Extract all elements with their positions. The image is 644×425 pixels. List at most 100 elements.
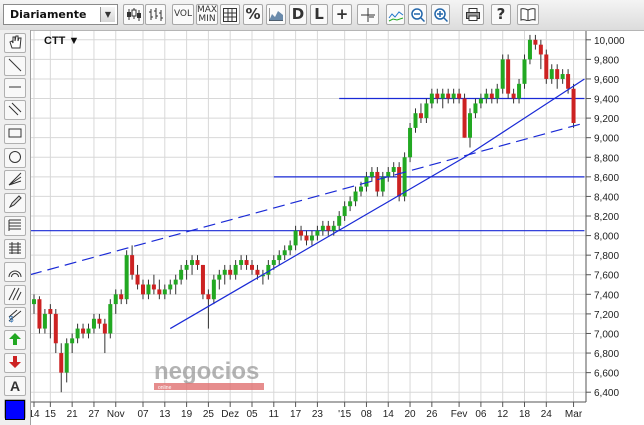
- x-tick-label: 23: [312, 409, 324, 420]
- zoom-out-button[interactable]: [408, 4, 427, 25]
- candle: [522, 54, 527, 89]
- text-tool-button[interactable]: A: [4, 376, 26, 396]
- x-tick-label: 14: [383, 409, 395, 420]
- scale-d-button[interactable]: D: [289, 4, 307, 25]
- x-tick-label: 15: [45, 409, 57, 420]
- y-tick-label: 7,200: [594, 310, 619, 321]
- ellipse-tool-button[interactable]: [4, 148, 26, 168]
- x-tick-label: '15: [338, 409, 351, 420]
- grid-button[interactable]: [220, 4, 240, 25]
- candle-body: [326, 225, 331, 231]
- y-tick-label: 9,200: [594, 114, 619, 125]
- parallel-tool-button[interactable]: [4, 285, 26, 305]
- candle-body: [451, 93, 456, 99]
- candle-body: [506, 59, 511, 94]
- pencil-tool-button[interactable]: [4, 193, 26, 213]
- candle-body: [130, 255, 135, 275]
- scale-l-button[interactable]: L: [310, 4, 328, 25]
- line-tool-button[interactable]: [4, 56, 26, 76]
- candle-body: [277, 255, 282, 261]
- candle-body: [375, 171, 380, 192]
- channel-tool-button[interactable]: [4, 100, 26, 120]
- candle-body: [141, 284, 145, 295]
- candle-body: [429, 93, 434, 104]
- candle-body: [157, 289, 162, 295]
- ellipse-icon: [8, 149, 22, 168]
- cursor-button[interactable]: [357, 4, 379, 25]
- candle-body: [59, 353, 64, 373]
- help-button[interactable]: ?: [491, 4, 511, 25]
- x-tick-label: Fev: [451, 409, 468, 420]
- horizontal-line-tool-button[interactable]: [4, 78, 26, 98]
- area-chart-icon: [269, 8, 283, 21]
- candle-body: [179, 269, 184, 280]
- grid-lines-tool-button[interactable]: [4, 239, 26, 259]
- volume-button[interactable]: VOL: [172, 4, 194, 25]
- arc-tool-button[interactable]: [4, 262, 26, 282]
- watermark-text: negocios: [154, 358, 259, 385]
- arrow-down-tool-button[interactable]: [4, 353, 26, 373]
- print-button[interactable]: [462, 4, 484, 25]
- fan-tool-button[interactable]: [4, 170, 26, 190]
- book-icon: [520, 8, 536, 21]
- candle-body: [271, 260, 276, 265]
- y-tick-label: 8,800: [594, 153, 619, 164]
- y-tick-label: 10,000: [594, 36, 625, 47]
- candle-body: [64, 343, 69, 373]
- percent-button[interactable]: %: [243, 4, 263, 25]
- period-select[interactable]: Diariamente ▼: [3, 4, 118, 25]
- candle-body: [560, 74, 565, 79]
- candle-body: [266, 264, 271, 275]
- candle-body: [162, 289, 167, 295]
- symbol-label[interactable]: CTT ▼: [44, 35, 79, 47]
- candle-body: [288, 245, 293, 251]
- zoom-in-button[interactable]: [431, 4, 450, 25]
- x-tick-label: 17: [290, 409, 302, 420]
- dollar-lines-icon: $: [8, 308, 22, 327]
- grid-icon: [223, 7, 237, 22]
- candle-body: [495, 88, 500, 99]
- y-tick-label: 7,000: [594, 329, 619, 340]
- candle-body: [484, 93, 489, 99]
- fibonacci-tool-button[interactable]: [4, 216, 26, 236]
- candle-body: [299, 230, 304, 236]
- chevron-down-icon[interactable]: ▼: [100, 7, 115, 22]
- candle-body: [102, 323, 107, 334]
- candle-body: [359, 186, 363, 192]
- candle: [402, 152, 407, 202]
- zoom-area-button[interactable]: [386, 4, 405, 25]
- candle-body: [353, 191, 358, 202]
- max-min-label: MAX MIN: [196, 4, 218, 24]
- crosshair-button[interactable]: +: [332, 4, 352, 25]
- x-tick-label: 06: [475, 409, 487, 420]
- candle-body: [146, 284, 151, 295]
- max-min-button[interactable]: MAX MIN: [196, 4, 218, 25]
- candle-body: [337, 216, 342, 226]
- arrow-up-tool-button[interactable]: [4, 330, 26, 350]
- candle-body: [195, 260, 200, 265]
- candle-body: [293, 230, 298, 246]
- rectangle-tool-button[interactable]: [4, 124, 26, 144]
- candle-body: [408, 127, 413, 158]
- candle-body: [282, 250, 287, 256]
- y-tick-label: 7,800: [594, 251, 619, 262]
- hand-tool-button[interactable]: [4, 33, 26, 53]
- book-button[interactable]: [517, 4, 539, 25]
- drawing-tools-sidebar: $ A: [0, 30, 31, 425]
- area-chart-button[interactable]: [266, 4, 286, 25]
- dollar-lines-tool-button[interactable]: $: [4, 307, 26, 327]
- candle: [108, 299, 113, 339]
- candle-body: [222, 269, 227, 275]
- candle-body: [211, 279, 216, 300]
- x-tick-label: 27: [88, 409, 100, 420]
- y-tick-label: 8,200: [594, 212, 619, 223]
- candle-body: [369, 171, 374, 177]
- price-chart[interactable]: 6,400 6,600 6,800 7,000 7,200 7,400 7,600 7,800…: [0, 0, 644, 425]
- scale-l-label: L: [314, 5, 324, 23]
- ohlc-chart-button[interactable]: [145, 4, 166, 25]
- color-swatch[interactable]: [5, 400, 25, 420]
- candlestick-chart-button[interactable]: [123, 4, 144, 25]
- candle-body: [555, 69, 560, 79]
- period-value: Diariamente: [10, 8, 87, 21]
- text-icon: A: [9, 378, 21, 394]
